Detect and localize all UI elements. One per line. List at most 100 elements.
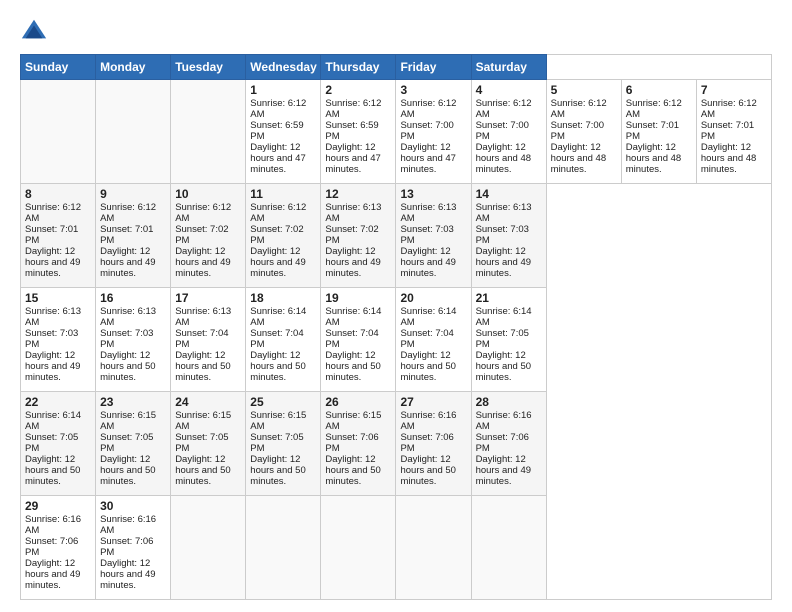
sunset-time: Sunset: 7:02 PM [175,224,228,246]
day-number: 5 [551,83,617,97]
sunset-time: Sunset: 7:02 PM [250,224,303,246]
sunrise-time: Sunrise: 6:12 AM [175,202,231,224]
day-number: 27 [400,395,466,409]
week-row-4: 22Sunrise: 6:14 AMSunset: 7:05 PMDayligh… [21,392,772,496]
calendar-cell: 24Sunrise: 6:15 AMSunset: 7:05 PMDayligh… [171,392,246,496]
daylight-hours: Daylight: 12 hours and 49 minutes. [25,246,80,279]
calendar-table: SundayMondayTuesdayWednesdayThursdayFrid… [20,54,772,600]
day-number: 8 [25,187,91,201]
sunrise-time: Sunrise: 6:12 AM [25,202,81,224]
sunrise-time: Sunrise: 6:12 AM [250,98,306,120]
calendar-cell [321,496,396,600]
calendar-cell: 5Sunrise: 6:12 AMSunset: 7:00 PMDaylight… [546,80,621,184]
calendar-cell: 29Sunrise: 6:16 AMSunset: 7:06 PMDayligh… [21,496,96,600]
day-header-wednesday: Wednesday [246,55,321,80]
daylight-hours: Daylight: 12 hours and 48 minutes. [626,142,681,175]
daylight-hours: Daylight: 12 hours and 48 minutes. [701,142,756,175]
day-number: 10 [175,187,241,201]
sunset-time: Sunset: 7:03 PM [400,224,453,246]
page: SundayMondayTuesdayWednesdayThursdayFrid… [0,0,792,612]
calendar-cell [21,80,96,184]
day-number: 4 [476,83,542,97]
week-row-3: 15Sunrise: 6:13 AMSunset: 7:03 PMDayligh… [21,288,772,392]
sunrise-time: Sunrise: 6:16 AM [476,410,532,432]
sunset-time: Sunset: 7:05 PM [476,328,529,350]
day-header-tuesday: Tuesday [171,55,246,80]
sunrise-time: Sunrise: 6:12 AM [476,98,532,120]
sunset-time: Sunset: 7:01 PM [626,120,679,142]
calendar-cell: 3Sunrise: 6:12 AMSunset: 7:00 PMDaylight… [396,80,471,184]
daylight-hours: Daylight: 12 hours and 50 minutes. [400,454,455,487]
sunset-time: Sunset: 7:00 PM [551,120,604,142]
calendar-cell: 7Sunrise: 6:12 AMSunset: 7:01 PMDaylight… [696,80,771,184]
daylight-hours: Daylight: 12 hours and 47 minutes. [325,142,380,175]
sunset-time: Sunset: 7:05 PM [175,432,228,454]
calendar-cell: 20Sunrise: 6:14 AMSunset: 7:04 PMDayligh… [396,288,471,392]
sunrise-time: Sunrise: 6:12 AM [701,98,757,120]
daylight-hours: Daylight: 12 hours and 50 minutes. [25,454,80,487]
daylight-hours: Daylight: 12 hours and 50 minutes. [175,350,230,383]
day-number: 3 [400,83,466,97]
sunset-time: Sunset: 7:06 PM [25,536,78,558]
calendar-cell: 23Sunrise: 6:15 AMSunset: 7:05 PMDayligh… [96,392,171,496]
day-number: 20 [400,291,466,305]
sunrise-time: Sunrise: 6:16 AM [100,514,156,536]
sunset-time: Sunset: 7:00 PM [400,120,453,142]
daylight-hours: Daylight: 12 hours and 48 minutes. [551,142,606,175]
sunrise-time: Sunrise: 6:15 AM [175,410,231,432]
daylight-hours: Daylight: 12 hours and 50 minutes. [175,454,230,487]
calendar-cell: 27Sunrise: 6:16 AMSunset: 7:06 PMDayligh… [396,392,471,496]
calendar-cell: 13Sunrise: 6:13 AMSunset: 7:03 PMDayligh… [396,184,471,288]
sunrise-time: Sunrise: 6:13 AM [175,306,231,328]
sunrise-time: Sunrise: 6:16 AM [400,410,456,432]
day-number: 13 [400,187,466,201]
sunset-time: Sunset: 7:00 PM [476,120,529,142]
daylight-hours: Daylight: 12 hours and 49 minutes. [325,246,380,279]
daylight-hours: Daylight: 12 hours and 49 minutes. [250,246,305,279]
day-number: 19 [325,291,391,305]
day-number: 12 [325,187,391,201]
daylight-hours: Daylight: 12 hours and 50 minutes. [325,350,380,383]
day-number: 22 [25,395,91,409]
calendar-cell [471,496,546,600]
sunset-time: Sunset: 7:06 PM [325,432,378,454]
day-number: 7 [701,83,767,97]
calendar-cell [96,80,171,184]
day-number: 24 [175,395,241,409]
day-number: 6 [626,83,692,97]
sunset-time: Sunset: 7:04 PM [175,328,228,350]
daylight-hours: Daylight: 12 hours and 50 minutes. [400,350,455,383]
day-number: 16 [100,291,166,305]
sunset-time: Sunset: 7:04 PM [325,328,378,350]
sunrise-time: Sunrise: 6:15 AM [325,410,381,432]
sunset-time: Sunset: 7:01 PM [100,224,153,246]
day-number: 29 [25,499,91,513]
sunset-time: Sunset: 7:05 PM [250,432,303,454]
logo [20,16,52,44]
header [20,16,772,44]
daylight-hours: Daylight: 12 hours and 50 minutes. [100,350,155,383]
sunset-time: Sunset: 7:02 PM [325,224,378,246]
calendar-cell: 12Sunrise: 6:13 AMSunset: 7:02 PMDayligh… [321,184,396,288]
sunset-time: Sunset: 7:04 PM [250,328,303,350]
daylight-hours: Daylight: 12 hours and 48 minutes. [476,142,531,175]
sunset-time: Sunset: 6:59 PM [325,120,378,142]
calendar-cell [246,496,321,600]
day-header-friday: Friday [396,55,471,80]
day-number: 2 [325,83,391,97]
day-number: 25 [250,395,316,409]
day-number: 28 [476,395,542,409]
calendar-cell: 22Sunrise: 6:14 AMSunset: 7:05 PMDayligh… [21,392,96,496]
day-header-thursday: Thursday [321,55,396,80]
calendar-cell: 21Sunrise: 6:14 AMSunset: 7:05 PMDayligh… [471,288,546,392]
sunrise-time: Sunrise: 6:14 AM [476,306,532,328]
sunrise-time: Sunrise: 6:14 AM [250,306,306,328]
week-row-2: 8Sunrise: 6:12 AMSunset: 7:01 PMDaylight… [21,184,772,288]
sunrise-time: Sunrise: 6:13 AM [400,202,456,224]
sunrise-time: Sunrise: 6:14 AM [325,306,381,328]
sunrise-time: Sunrise: 6:12 AM [325,98,381,120]
sunset-time: Sunset: 6:59 PM [250,120,303,142]
calendar-cell: 4Sunrise: 6:12 AMSunset: 7:00 PMDaylight… [471,80,546,184]
calendar-cell: 19Sunrise: 6:14 AMSunset: 7:04 PMDayligh… [321,288,396,392]
sunset-time: Sunset: 7:05 PM [25,432,78,454]
